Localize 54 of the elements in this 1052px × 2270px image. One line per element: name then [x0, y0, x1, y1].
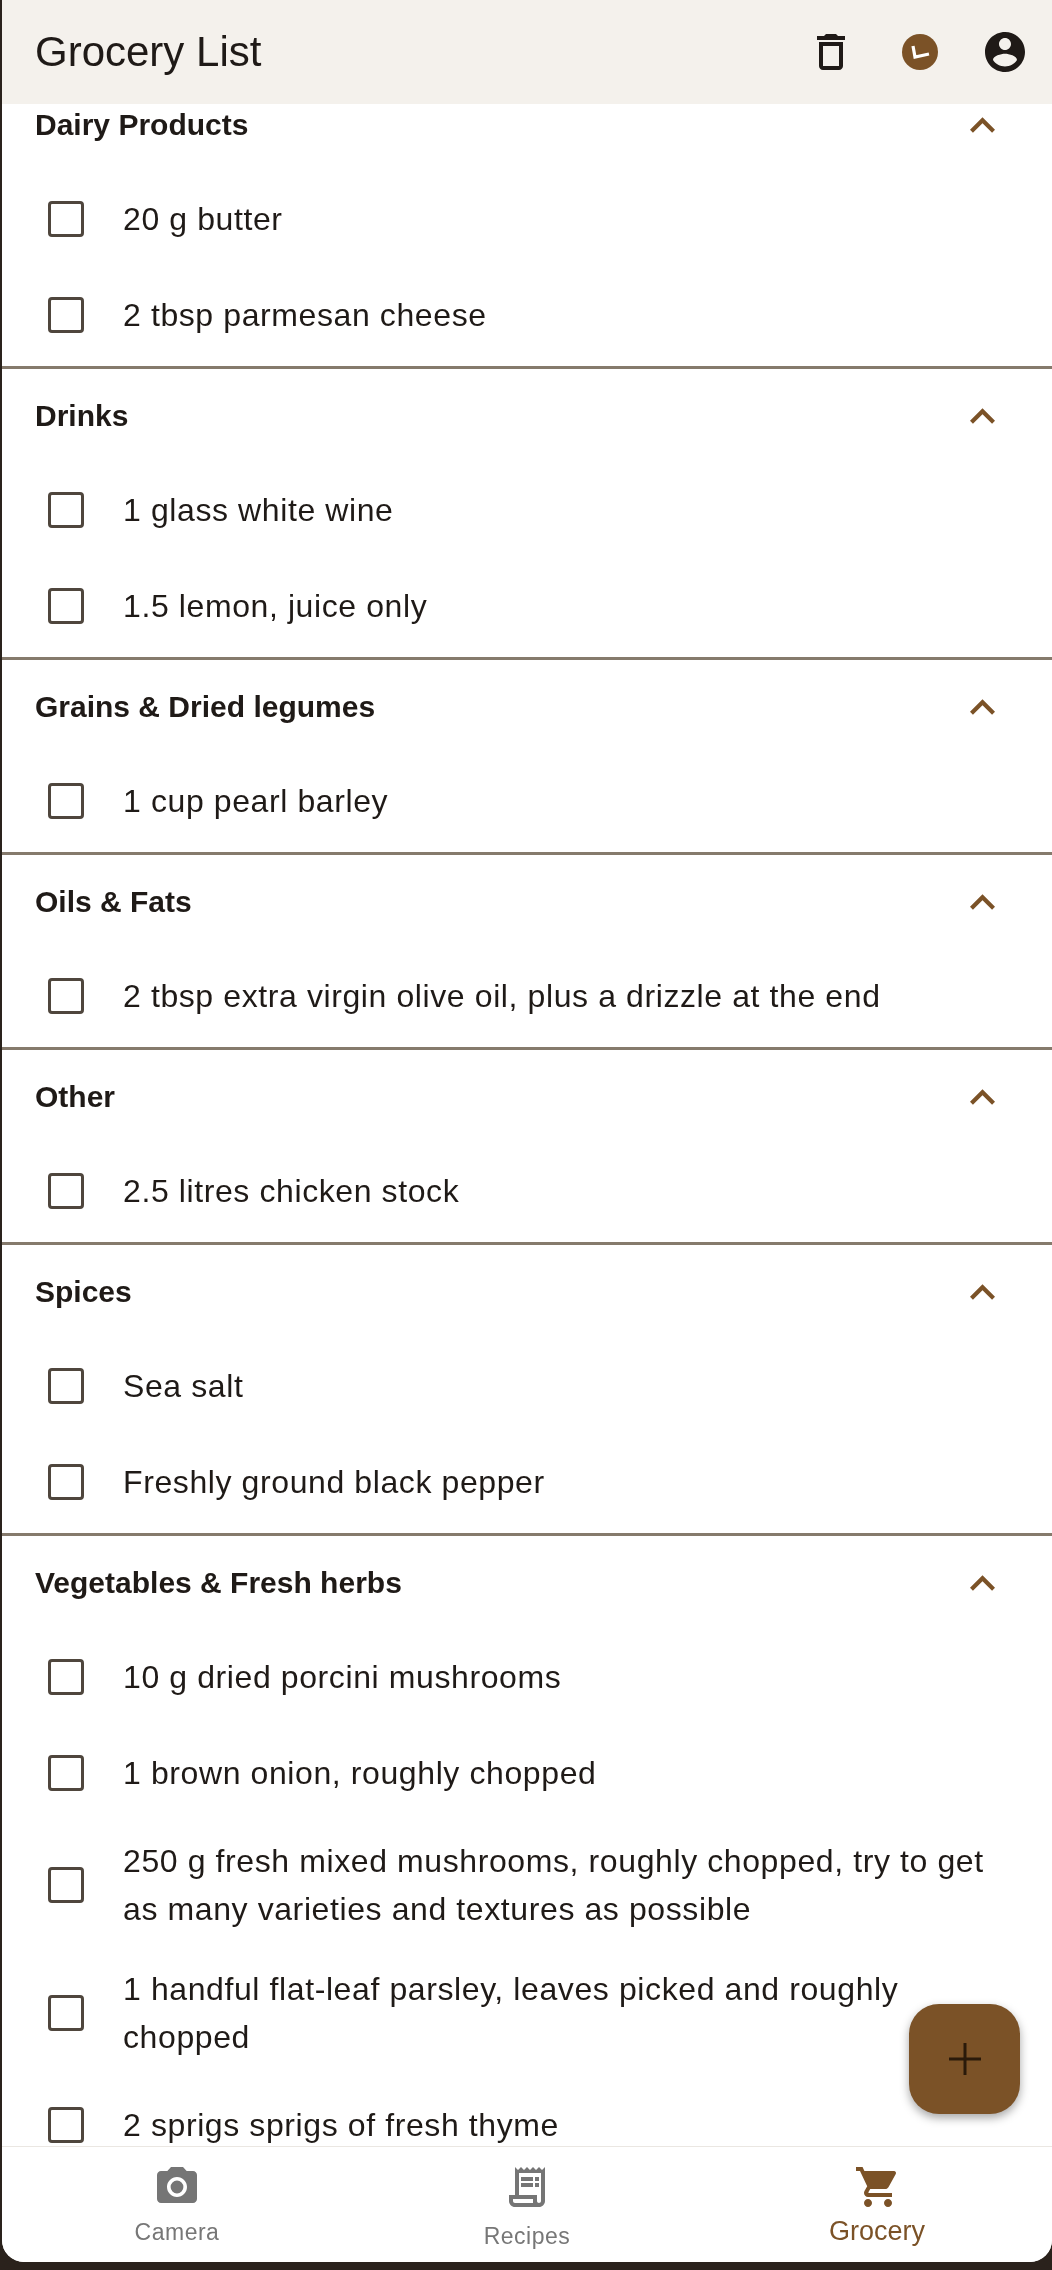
checkbox[interactable]	[48, 297, 84, 333]
checkbox[interactable]	[48, 2107, 84, 2143]
section-title: Grains & Dried legumes	[35, 688, 376, 725]
item-text: 1 cup pearl barley	[123, 783, 389, 819]
checkbox[interactable]	[48, 1995, 84, 2031]
item-text: 2.5 litres chicken stock	[123, 1173, 460, 1209]
section-title: Spices	[35, 1273, 132, 1310]
checkbox[interactable]	[48, 1368, 84, 1404]
item-text: Freshly ground black pepper	[123, 1464, 545, 1500]
checkbox[interactable]	[48, 1867, 84, 1903]
nav-tab[interactable]: Grocery	[829, 2167, 925, 2262]
chevron-up-icon[interactable]	[970, 1574, 995, 1591]
item-text: Sea salt	[123, 1368, 244, 1404]
checkbox[interactable]	[48, 783, 84, 819]
receipt-icon	[509, 2167, 545, 2207]
nav-tab[interactable]: Recipes	[483, 2167, 571, 2262]
section-title: Drinks	[35, 397, 129, 434]
checkbox[interactable]	[48, 1755, 84, 1791]
account-icon[interactable]	[985, 32, 1025, 72]
chevron-up-icon[interactable]	[970, 698, 995, 715]
checkbox[interactable]	[48, 1173, 84, 1209]
item-text: 1 handful flat-leaf parsley, leaves picked and roughly chopped	[123, 1971, 899, 2055]
item-text: 250 g fresh mixed mushrooms, roughly chopped, try to get as many varieties and textures as possible	[123, 1843, 984, 1927]
section-title: Oils & Fats	[35, 883, 192, 920]
chevron-up-icon[interactable]	[970, 407, 995, 424]
item-text: 10 g dried porcini mushrooms	[123, 1659, 562, 1695]
camera-icon	[157, 2167, 197, 2203]
item-text: 2 tbsp extra virgin olive oil, plus a drizzle at the end	[123, 978, 881, 1014]
add-button[interactable]	[909, 2004, 1020, 2114]
nav-tab[interactable]: Camera	[134, 2167, 220, 2262]
chevron-up-icon[interactable]	[970, 116, 995, 133]
item-text: 20 g butter	[123, 201, 283, 237]
checkbox[interactable]	[48, 201, 84, 237]
section-title: Other	[35, 1078, 115, 1115]
item-text: 1 glass white wine	[123, 492, 394, 528]
delete-icon[interactable]	[817, 34, 845, 70]
checkbox[interactable]	[48, 1464, 84, 1500]
item-text: 1.5 lemon, juice only	[123, 588, 428, 624]
checkbox[interactable]	[48, 1659, 84, 1695]
checkbox[interactable]	[48, 588, 84, 624]
section-title: Vegetables & Fresh herbs	[35, 1564, 402, 1601]
item-text: 2 sprigs sprigs of fresh thyme	[123, 2107, 559, 2143]
cart-icon	[856, 2167, 898, 2207]
item-text: 2 tbsp parmesan cheese	[123, 297, 487, 333]
chevron-up-icon[interactable]	[970, 893, 995, 910]
logo-icon[interactable]	[902, 34, 938, 70]
chevron-up-icon[interactable]	[970, 1283, 995, 1300]
section-title: Dairy Products	[35, 106, 249, 143]
checkbox[interactable]	[48, 978, 84, 1014]
checkbox[interactable]	[48, 492, 84, 528]
plus-icon	[948, 2043, 981, 2075]
chevron-up-icon[interactable]	[970, 1088, 995, 1105]
item-text: 1 brown onion, roughly chopped	[123, 1755, 597, 1791]
app-title: Grocery List	[35, 27, 262, 77]
